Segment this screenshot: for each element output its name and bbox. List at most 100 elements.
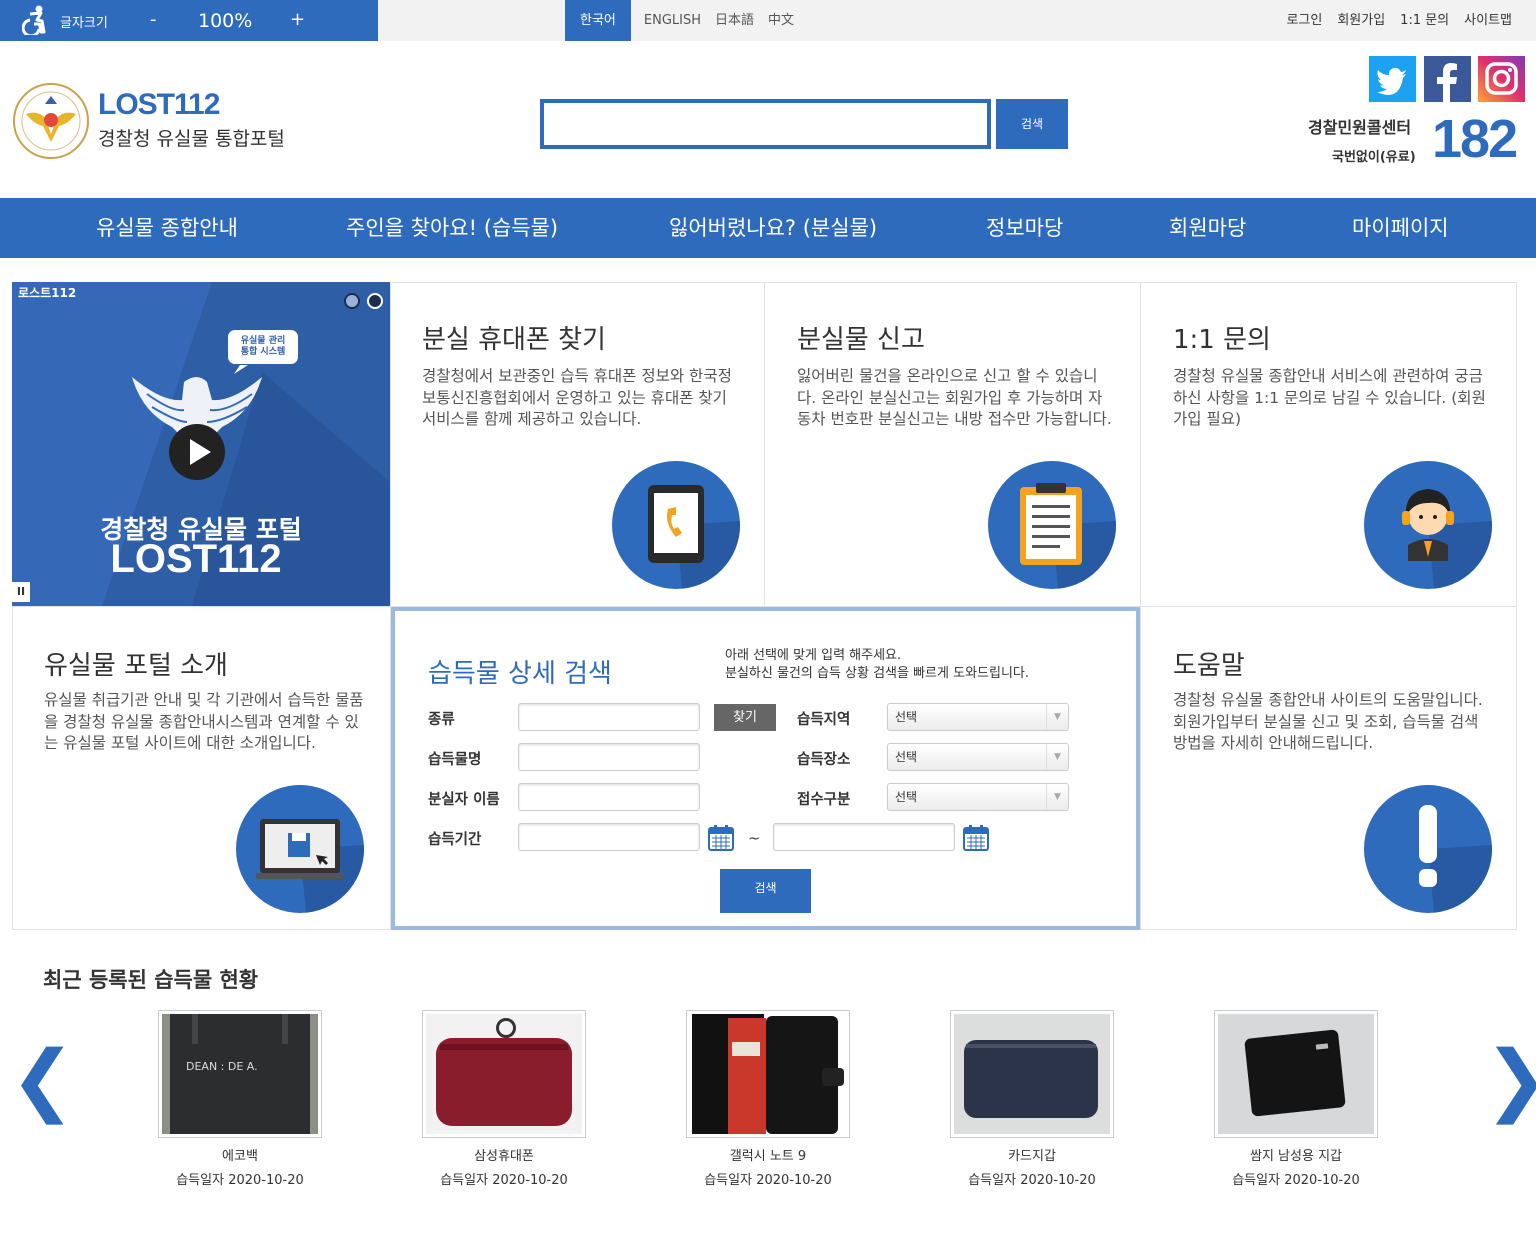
item-name-label: 습득물명 (428, 752, 482, 768)
recent-item[interactable]: 갤럭시 노트 9 습득일자 2020-10-20 (686, 1010, 850, 1188)
signup-link[interactable]: 회원가입 (1337, 0, 1385, 41)
carousel-next-button[interactable]: ❯ (1484, 1040, 1536, 1120)
detailed-search-button[interactable]: 검색 (720, 869, 811, 913)
card-title: 도움말 (1173, 651, 1245, 681)
region-select[interactable]: 선택 ▼ (887, 703, 1069, 731)
region-label: 습득지역 (797, 712, 851, 728)
clipboard-icon (988, 461, 1116, 589)
call-center-number: 182 (1432, 109, 1518, 169)
call-center-note: 국번없이(유료) (1332, 150, 1416, 165)
item-name: 에코백 (222, 1149, 258, 1164)
lang-korean[interactable]: 한국어 (565, 0, 631, 41)
slide-dot-1[interactable] (344, 293, 360, 309)
recent-item[interactable]: DEAN : DE A. 에코백 습득일자 2020-10-20 (158, 1010, 322, 1188)
card-help[interactable]: 도움말 경찰청 유실물 종합안내 사이트의 도움말입니다. 회원가입부터 분실물… (1140, 606, 1517, 930)
chevron-down-icon: ▼ (1046, 744, 1068, 770)
item-photo-frame (950, 1010, 1114, 1138)
lang-english[interactable]: ENGLISH (631, 0, 708, 41)
card-inquiry[interactable]: 1:1 문의 경찰청 유실물 종합안내 서비스에 관련하여 궁금하신 사항을 1… (1140, 282, 1517, 607)
card-lost-report[interactable]: 분실물 신고 잃어버린 물건을 온라인으로 신고 할 수 있습니다. 온라인 분… (764, 282, 1141, 607)
card-text: 경찰청 유실물 종합안내 사이트의 도움말입니다. 회원가입부터 분실물 신고 … (1173, 691, 1483, 752)
play-icon[interactable] (169, 424, 225, 480)
search-form-description: 아래 선택에 맞게 입력 해주세요. 분실하신 물건의 습득 상황 검색을 빠르… (725, 647, 1029, 683)
card-lost-phone[interactable]: 분실 휴대폰 찾기 경찰청에서 보관중인 습득 휴대폰 정보와 한국정보통신진흥… (390, 282, 765, 607)
chevron-down-icon: ▼ (1046, 784, 1068, 810)
nav-item-info[interactable]: 정보마당 (986, 198, 1063, 258)
detailed-search-form: 습득물 상세 검색 아래 선택에 맞게 입력 해주세요. 분실하신 물건의 습득… (391, 607, 1140, 930)
nav-item-member[interactable]: 회원마당 (1169, 198, 1246, 258)
recent-found-title: 최근 등록된 습득물 현황 (43, 968, 259, 992)
item-photo-frame (1214, 1010, 1378, 1138)
item-date: 습득일자 2020-10-20 (176, 1173, 304, 1188)
monitor-save-icon (236, 785, 364, 913)
promo-video[interactable]: 로스트112 유실물 관리 통합 시스템 경찰청 유실물 포털 LOST112 … (12, 282, 390, 606)
video-tag: 로스트112 (18, 286, 77, 300)
item-name-input[interactable] (518, 743, 700, 771)
item-photo (426, 1014, 582, 1134)
recent-item[interactable]: 카드지갑 습득일자 2020-10-20 (950, 1010, 1114, 1188)
place-select-value: 선택 (895, 750, 918, 764)
card-text: 경찰청에서 보관중인 습득 휴대폰 정보와 한국정보통신진흥협회에서 운영하고 … (422, 367, 732, 428)
card-text: 경찰청 유실물 종합안내 서비스에 관련하여 궁금하신 사항을 1:1 문의로 … (1173, 367, 1486, 428)
owner-name-label: 분실자 이름 (428, 792, 500, 808)
recent-item[interactable]: 쌈지 남성용 지갑 습득일자 2020-10-20 (1214, 1010, 1378, 1188)
card-title: 유실물 포털 소개 (44, 651, 228, 681)
twitter-icon[interactable] (1369, 56, 1416, 102)
carousel-prev-button[interactable]: ❮ (10, 1040, 75, 1120)
card-text: 잃어버린 물건을 온라인으로 신고 할 수 있습니다. 온라인 분실신고는 회원… (797, 367, 1112, 428)
pause-icon[interactable]: II (12, 582, 30, 602)
login-link[interactable]: 로그인 (1286, 0, 1322, 41)
find-type-button[interactable]: 찾기 (714, 704, 776, 731)
period-separator: ~ (748, 831, 761, 847)
bubble-line-1: 유실물 관리 (240, 336, 286, 346)
video-caption-2: LOST112 (110, 537, 282, 581)
description-line-2: 분실하신 물건의 습득 상황 검색을 빠르게 도와드립니다. (725, 666, 1030, 681)
main-navigation: 유실물 종합안내 주인을 찾아요! (습득물) 잃어버렸나요? (분실물) 정보… (0, 198, 1536, 258)
nav-item-guide[interactable]: 유실물 종합안내 (96, 198, 238, 258)
item-photo: DEAN : DE A. (162, 1014, 318, 1134)
call-center: 경찰민원콜센터 국번없이(유료) 182 (1308, 109, 1528, 174)
card-title: 분실물 신고 (797, 325, 925, 355)
nav-item-mypage[interactable]: 마이페이지 (1352, 198, 1449, 258)
item-date: 습득일자 2020-10-20 (440, 1173, 568, 1188)
slide-dot-2[interactable] (367, 293, 383, 309)
search-button[interactable]: 검색 (996, 99, 1068, 149)
nav-item-found[interactable]: 주인을 찾아요! (습득물) (346, 198, 558, 258)
bubble-line-2: 통합 시스템 (240, 347, 286, 357)
item-name: 카드지갑 (1008, 1149, 1056, 1164)
period-start-input[interactable] (518, 823, 700, 851)
nav-item-lost[interactable]: 잃어버렸나요? (분실물) (669, 198, 877, 258)
inquiry-link[interactable]: 1:1 문의 (1400, 0, 1449, 41)
calendar-icon[interactable] (707, 824, 735, 852)
recent-item[interactable]: 삼성휴대폰 습득일자 2020-10-20 (422, 1010, 586, 1188)
period-label: 습득기간 (428, 832, 482, 848)
calendar-icon[interactable] (962, 824, 990, 852)
instagram-icon[interactable] (1478, 56, 1525, 102)
lang-japanese[interactable]: 日本語 (708, 0, 761, 41)
search-form-title: 습득물 상세 검색 (428, 659, 612, 689)
facebook-icon[interactable] (1424, 56, 1471, 102)
card-title: 분실 휴대폰 찾기 (422, 325, 606, 355)
item-name: 삼성휴대폰 (474, 1149, 534, 1164)
card-portal-intro[interactable]: 유실물 포털 소개 유실물 취급기관 안내 및 각 기관에서 습득한 물품을 경… (12, 606, 391, 930)
font-increase-button[interactable]: + (290, 9, 305, 30)
ecobag-print: DEAN : DE A. (186, 1060, 258, 1073)
type-label: 종류 (428, 712, 455, 728)
place-select[interactable]: 선택 ▼ (887, 743, 1069, 771)
lang-chinese[interactable]: 中文 (761, 0, 801, 41)
search-input[interactable] (540, 99, 991, 149)
sitemap-link[interactable]: 사이트맵 (1464, 0, 1512, 41)
category-select[interactable]: 선택 ▼ (887, 783, 1069, 811)
call-center-label: 경찰민원콜센터 (1308, 118, 1412, 137)
site-logo[interactable]: LOST112 경찰청 유실물 통합포털 (12, 82, 302, 160)
font-size-control: 글자크기 - 100% + (0, 0, 378, 41)
exclamation-icon (1364, 785, 1492, 913)
font-decrease-button[interactable]: - (150, 9, 157, 30)
period-end-input[interactable] (773, 823, 955, 851)
logo-subtitle: 경찰청 유실물 통합포털 (98, 128, 285, 150)
type-input[interactable] (518, 703, 700, 731)
font-size-label: 글자크기 (60, 16, 108, 31)
category-select-value: 선택 (895, 790, 918, 804)
logo-title: LOST112 (98, 88, 220, 121)
owner-name-input[interactable] (518, 783, 700, 811)
